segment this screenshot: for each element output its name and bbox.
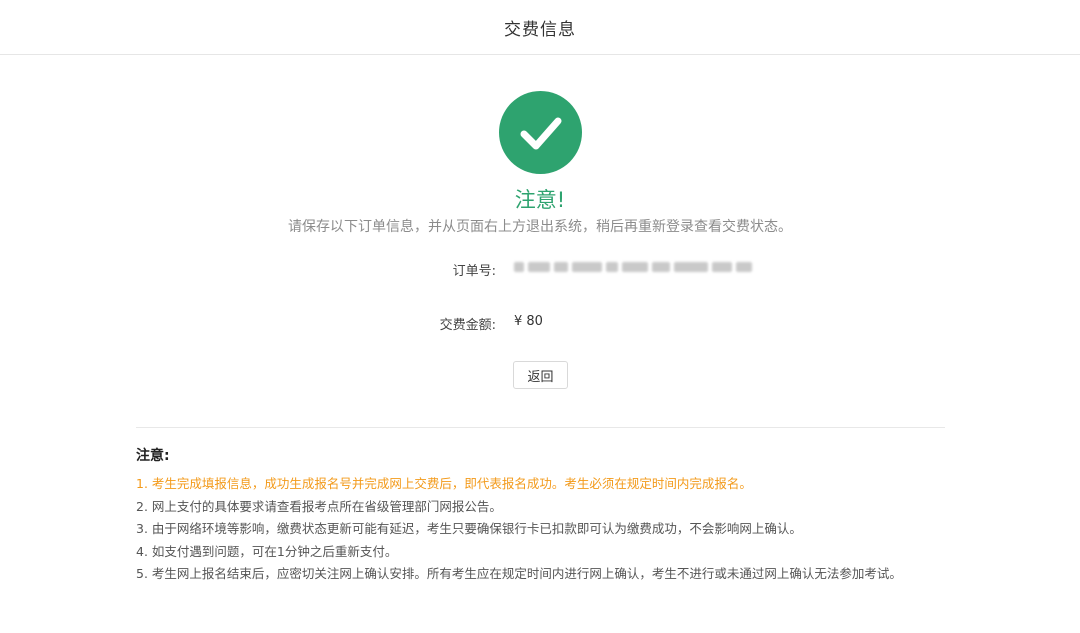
checkmark-icon — [520, 117, 561, 149]
check-circle-icon — [499, 91, 582, 174]
note-item: 4. 如支付遇到问题，可在1分钟之后重新支付。 — [136, 543, 398, 559]
note-item: 3. 由于网络环境等影响，缴费状态更新可能有延迟，考生只要确保银行卡已扣款即可认… — [136, 521, 802, 536]
order-number-value — [514, 260, 752, 274]
note-item: 1. 考生完成填报信息，成功生成报名号并完成网上交费后，即代表报名成功。考生必须… — [136, 476, 752, 491]
redacted-order-number — [514, 260, 752, 274]
notes-section: 注意: 1. 考生完成填报信息，成功生成报名号并完成网上交费后，即代表报名成功。… — [136, 445, 956, 586]
notes-title: 注意: — [136, 448, 170, 464]
order-amount-label: 交费金额: — [439, 318, 496, 333]
divider — [136, 427, 945, 428]
result-subtitle: 请保存以下订单信息，并从页面右上方退出系统，稍后再重新登录查看交费状态。 — [288, 219, 792, 235]
note-item: 5. 考生网上报名结束后，应密切关注网上确认安排。所有考生应在规定时间内进行网上… — [136, 566, 902, 581]
back-button[interactable]: 返回 — [513, 361, 568, 389]
order-number-label: 订单号: — [452, 264, 496, 279]
order-amount-row: 交费金额: ¥ 80 — [0, 314, 1080, 334]
page-header: 交费信息 — [0, 0, 1080, 55]
page-title: 交费信息 — [504, 19, 576, 40]
result-title: 注意! — [514, 188, 566, 212]
note-item: 2. 网上支付的具体要求请查看报考点所在省级管理部门网报公告。 — [136, 498, 502, 514]
order-amount-value: ¥ 80 — [514, 314, 543, 329]
order-number-row: 订单号: — [0, 260, 1080, 280]
